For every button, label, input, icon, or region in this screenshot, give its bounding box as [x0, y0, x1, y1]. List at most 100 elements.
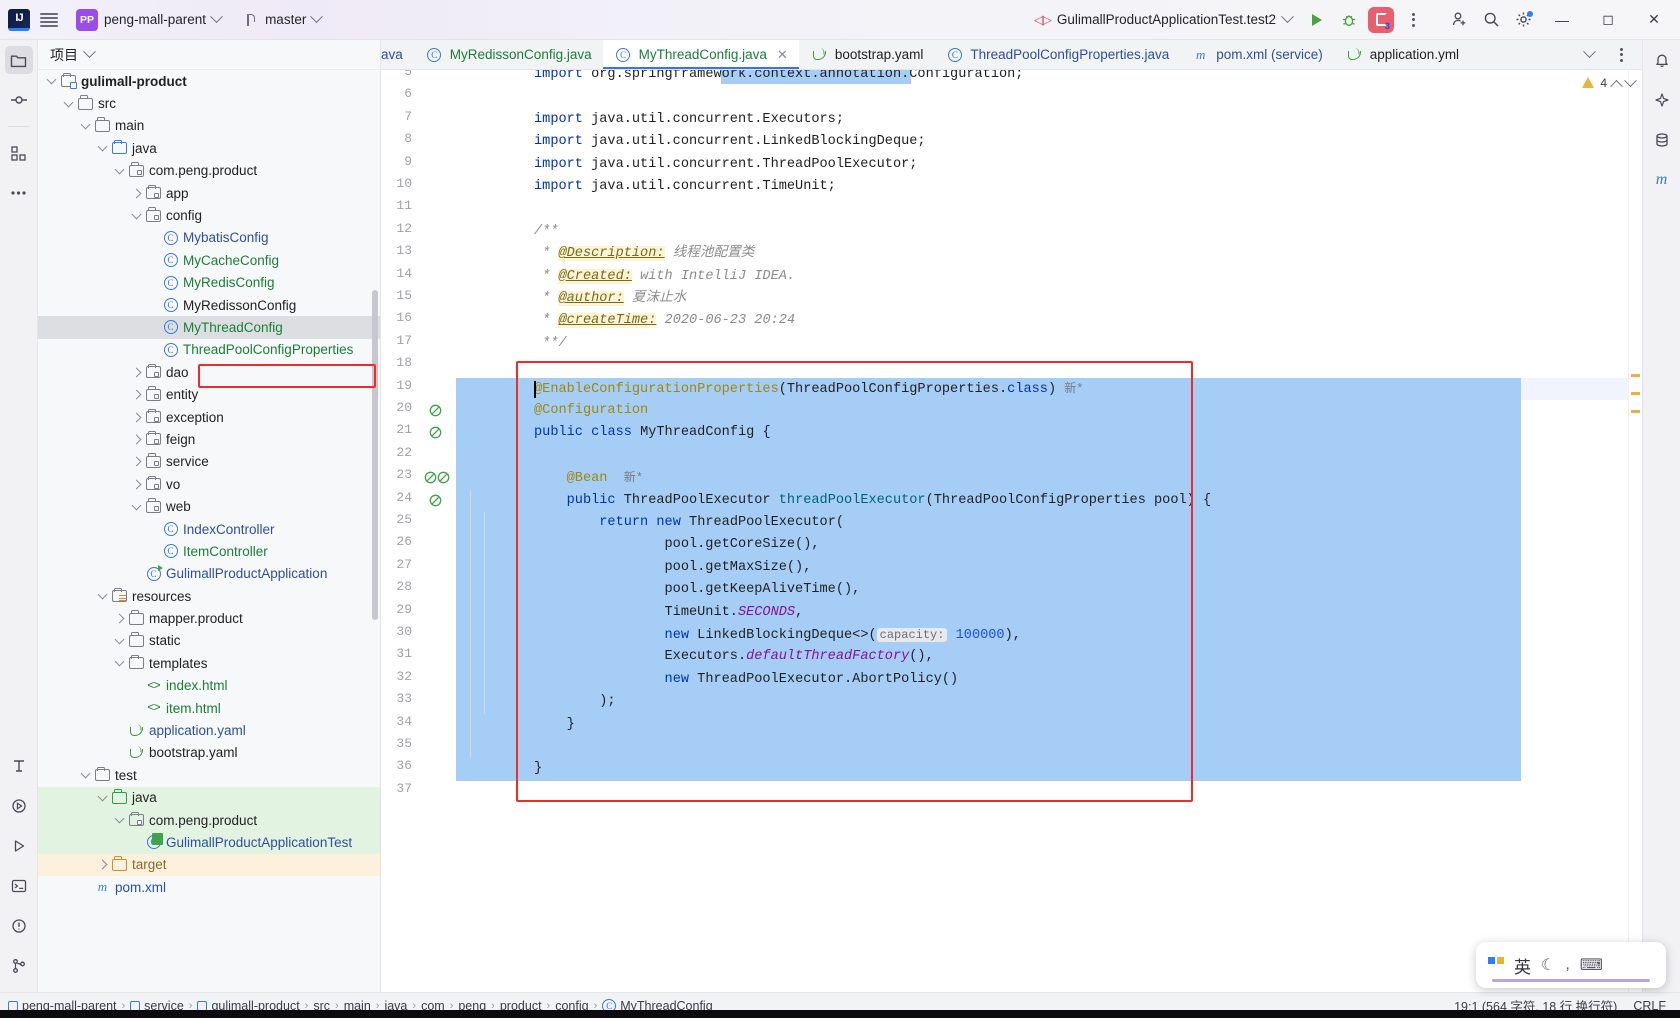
services-button[interactable]: 3 — [1366, 6, 1396, 34]
collapse-arrow-icon[interactable] — [112, 634, 127, 645]
tree-item-static[interactable]: static — [38, 630, 380, 652]
sidebar-item-commit[interactable] — [5, 86, 33, 114]
keyboard-icon[interactable]: ⌨ — [1580, 955, 1603, 975]
tree-item-main[interactable]: main — [38, 115, 380, 137]
close-button[interactable]: ✕ — [1632, 0, 1676, 40]
tab-myredissonconfig-java[interactable]: C MyRedissonConfig.java — [414, 40, 603, 69]
collapse-arrow-icon[interactable] — [112, 813, 127, 824]
more-actions-button[interactable] — [1398, 6, 1428, 34]
minimize-button[interactable]: — — [1540, 0, 1584, 40]
tree-item-entity[interactable]: entity — [38, 383, 380, 405]
tree-item-src[interactable]: src — [38, 92, 380, 114]
tree-item-mapper-product[interactable]: mapper.product — [38, 607, 380, 629]
tree-item-com-peng-product[interactable]: com.peng.product — [38, 808, 380, 832]
collapse-arrow-icon[interactable] — [95, 589, 110, 600]
tree-item-indexcontroller[interactable]: C IndexController — [38, 518, 380, 540]
sidebar-item-structure[interactable] — [5, 139, 33, 167]
sidebar-item-terminal[interactable] — [5, 872, 33, 900]
tree-item-java[interactable]: java — [38, 137, 380, 159]
project-selector[interactable]: PP peng-mall-parent — [68, 6, 229, 34]
bean-gutter-icon[interactable] — [429, 494, 442, 510]
collapse-arrow-icon[interactable] — [112, 656, 127, 667]
expand-arrow-icon[interactable] — [129, 389, 144, 400]
sidebar-item-project[interactable] — [4, 46, 33, 74]
sidebar-item-run[interactable] — [5, 832, 33, 860]
tree-item-config[interactable]: config — [38, 204, 380, 226]
tab-mythreadconfig-java[interactable]: C MyThreadConfig.java ✕ — [602, 40, 800, 69]
bean-method-gutter-icon[interactable] — [424, 471, 450, 484]
chevron-down-icon[interactable] — [83, 45, 96, 59]
tree-item-target[interactable]: target — [38, 853, 380, 877]
run-button[interactable] — [1302, 6, 1332, 34]
error-stripe[interactable] — [1628, 70, 1642, 992]
code-content[interactable]: import org.springframework.context.annot… — [456, 70, 1628, 992]
prev-problem-icon[interactable] — [1610, 79, 1623, 93]
collapse-arrow-icon[interactable] — [129, 500, 144, 511]
next-problem-icon[interactable] — [1624, 73, 1637, 87]
project-tree-scrollbar[interactable] — [372, 290, 378, 620]
sidebar-item-bookmarks[interactable] — [5, 752, 33, 780]
tab-list-button[interactable] — [1574, 41, 1604, 69]
debug-button[interactable] — [1334, 6, 1364, 34]
branch-selector[interactable]: master — [237, 6, 329, 34]
main-menu-button[interactable] — [32, 6, 66, 34]
tree-item-mybatisconfig[interactable]: C MybatisConfig — [38, 227, 380, 249]
tab-close-icon[interactable]: ✕ — [777, 47, 788, 63]
collapse-arrow-icon[interactable] — [95, 141, 110, 152]
tab-options-button[interactable] — [1606, 41, 1636, 69]
search-everywhere-button[interactable] — [1476, 6, 1506, 34]
settings-button[interactable] — [1508, 6, 1538, 34]
inspection-widget[interactable]: 4 — [1575, 70, 1642, 96]
tree-item-resources[interactable]: resources — [38, 585, 380, 607]
ime-language-popup[interactable]: 英 ☾ , ⌨ — [1476, 942, 1666, 988]
editor-tabs[interactable]: ava C MyRedissonConfig.java C MyThreadConfig… — [381, 40, 1574, 69]
project-tree[interactable]: gulimall-product src main java com.peng.prod… — [38, 70, 380, 992]
tree-item-index-html[interactable]: <> index.html — [38, 675, 380, 697]
collapse-arrow-icon[interactable] — [129, 209, 144, 219]
collapse-arrow-icon[interactable] — [61, 97, 76, 108]
tree-item-app[interactable]: app — [38, 182, 380, 204]
tree-item-pom-xml[interactable]: m pom.xml — [38, 876, 380, 898]
tree-item-mycacheconfig[interactable]: C MyCacheConfig — [38, 249, 380, 271]
editor-gutter[interactable]: 5 6 7 8 9 10 11 12 13 14 15 16 17 18 19 20 21 22 23 24 25 26 2… — [381, 70, 456, 992]
tree-item-threadpoolconfigproperties[interactable]: C ThreadPoolConfigProperties — [38, 339, 380, 361]
expand-arrow-icon[interactable] — [129, 412, 144, 422]
tree-item-java[interactable]: java — [38, 786, 380, 809]
tree-item-myredisconfig[interactable]: C MyRedisConfig — [38, 272, 380, 294]
tree-item-application-yaml[interactable]: application.yaml — [38, 719, 380, 741]
expand-arrow-icon[interactable] — [129, 456, 144, 467]
expand-arrow-icon[interactable] — [112, 613, 127, 624]
sidebar-item-maven[interactable]: m — [1648, 166, 1676, 194]
tab-application-yml[interactable]: application.yml — [1334, 40, 1470, 69]
tree-item-test[interactable]: test — [38, 764, 380, 786]
bean-class-gutter-icon[interactable] — [429, 426, 442, 442]
expand-arrow-icon[interactable] — [129, 434, 144, 445]
maximize-button[interactable]: ◻ — [1586, 0, 1630, 40]
tree-item-service[interactable]: service — [38, 451, 380, 473]
moon-icon[interactable]: ☾ — [1541, 955, 1555, 975]
code-editor[interactable]: 5 6 7 8 9 10 11 12 13 14 15 16 17 18 19 20 21 22 23 24 25 26 2… — [381, 70, 1642, 992]
tree-item-bootstrap-yaml[interactable]: bootstrap.yaml — [38, 742, 380, 764]
tab-bootstrap-yaml[interactable]: bootstrap.yaml — [799, 40, 935, 69]
tree-item-templates[interactable]: templates — [38, 652, 380, 674]
tree-item-mythreadconfig[interactable]: C MyThreadConfig — [38, 316, 380, 339]
tree-item-dao[interactable]: dao — [38, 361, 380, 383]
add-collaborator-button[interactable] — [1444, 6, 1474, 34]
expand-arrow-icon[interactable] — [129, 479, 144, 490]
tree-item-gulimallproductapplicationtest[interactable]: C GulimallProductApplicationTest — [38, 831, 380, 854]
tree-item-com-peng-product[interactable]: com.peng.product — [38, 160, 380, 182]
sidebar-item-git[interactable] — [5, 952, 33, 980]
sidebar-item-ai-assistant[interactable] — [1648, 86, 1676, 114]
sidebar-item-more[interactable] — [5, 179, 33, 207]
run-configuration-selector[interactable]: ◁▷ GulimallProductApplicationTest.test2 — [1026, 6, 1300, 34]
project-panel-header[interactable]: 项目 — [38, 40, 380, 70]
expand-arrow-icon[interactable] — [95, 859, 110, 870]
comma-icon[interactable]: , — [1565, 956, 1569, 974]
sidebar-item-problems[interactable] — [5, 912, 33, 940]
collapse-arrow-icon[interactable] — [112, 164, 127, 175]
tree-item-itemcontroller[interactable]: C ItemController — [38, 540, 380, 562]
collapse-arrow-icon[interactable] — [44, 74, 59, 85]
sidebar-item-database[interactable] — [1648, 126, 1676, 154]
tab-clipped[interactable]: ava — [381, 40, 414, 69]
sidebar-item-notifications[interactable] — [1648, 46, 1676, 74]
